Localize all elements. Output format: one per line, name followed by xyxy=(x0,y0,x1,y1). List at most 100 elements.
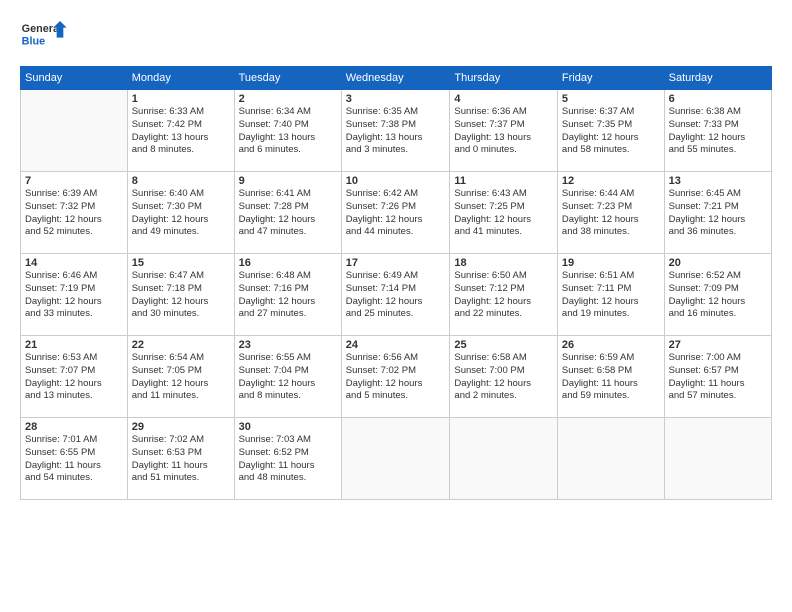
day-info: Sunrise: 6:52 AMSunset: 7:09 PMDaylight:… xyxy=(669,270,767,321)
day-info: Sunrise: 6:47 AMSunset: 7:18 PMDaylight:… xyxy=(132,270,230,321)
calendar-cell xyxy=(557,418,664,500)
logo-svg: General Blue xyxy=(20,16,70,56)
calendar-cell: 19Sunrise: 6:51 AMSunset: 7:11 PMDayligh… xyxy=(557,254,664,336)
day-info: Sunrise: 6:55 AMSunset: 7:04 PMDaylight:… xyxy=(239,352,337,403)
calendar-cell: 6Sunrise: 6:38 AMSunset: 7:33 PMDaylight… xyxy=(664,90,771,172)
day-number: 10 xyxy=(346,175,446,187)
day-number: 2 xyxy=(239,93,337,105)
header-sunday: Sunday xyxy=(21,67,128,90)
day-number: 16 xyxy=(239,257,337,269)
calendar-cell: 10Sunrise: 6:42 AMSunset: 7:26 PMDayligh… xyxy=(341,172,450,254)
calendar-cell: 20Sunrise: 6:52 AMSunset: 7:09 PMDayligh… xyxy=(664,254,771,336)
calendar-cell: 3Sunrise: 6:35 AMSunset: 7:38 PMDaylight… xyxy=(341,90,450,172)
calendar-cell: 21Sunrise: 6:53 AMSunset: 7:07 PMDayligh… xyxy=(21,336,128,418)
calendar-cell: 14Sunrise: 6:46 AMSunset: 7:19 PMDayligh… xyxy=(21,254,128,336)
day-number: 22 xyxy=(132,339,230,351)
calendar-cell: 23Sunrise: 6:55 AMSunset: 7:04 PMDayligh… xyxy=(234,336,341,418)
day-number: 30 xyxy=(239,421,337,433)
day-number: 12 xyxy=(562,175,660,187)
day-info: Sunrise: 6:49 AMSunset: 7:14 PMDaylight:… xyxy=(346,270,446,321)
calendar-cell: 16Sunrise: 6:48 AMSunset: 7:16 PMDayligh… xyxy=(234,254,341,336)
day-info: Sunrise: 7:01 AMSunset: 6:55 PMDaylight:… xyxy=(25,434,123,485)
day-info: Sunrise: 6:40 AMSunset: 7:30 PMDaylight:… xyxy=(132,188,230,239)
day-number: 14 xyxy=(25,257,123,269)
calendar-cell: 29Sunrise: 7:02 AMSunset: 6:53 PMDayligh… xyxy=(127,418,234,500)
calendar-cell: 15Sunrise: 6:47 AMSunset: 7:18 PMDayligh… xyxy=(127,254,234,336)
day-info: Sunrise: 6:59 AMSunset: 6:58 PMDaylight:… xyxy=(562,352,660,403)
day-info: Sunrise: 6:36 AMSunset: 7:37 PMDaylight:… xyxy=(454,106,553,157)
day-number: 9 xyxy=(239,175,337,187)
calendar-cell: 25Sunrise: 6:58 AMSunset: 7:00 PMDayligh… xyxy=(450,336,558,418)
day-info: Sunrise: 6:34 AMSunset: 7:40 PMDaylight:… xyxy=(239,106,337,157)
calendar-cell: 1Sunrise: 6:33 AMSunset: 7:42 PMDaylight… xyxy=(127,90,234,172)
day-number: 5 xyxy=(562,93,660,105)
day-number: 28 xyxy=(25,421,123,433)
day-number: 24 xyxy=(346,339,446,351)
day-number: 7 xyxy=(25,175,123,187)
day-number: 20 xyxy=(669,257,767,269)
header-monday: Monday xyxy=(127,67,234,90)
calendar-cell: 11Sunrise: 6:43 AMSunset: 7:25 PMDayligh… xyxy=(450,172,558,254)
calendar-cell xyxy=(450,418,558,500)
day-number: 17 xyxy=(346,257,446,269)
calendar-cell: 26Sunrise: 6:59 AMSunset: 6:58 PMDayligh… xyxy=(557,336,664,418)
calendar-table: SundayMondayTuesdayWednesdayThursdayFrid… xyxy=(20,66,772,500)
day-number: 25 xyxy=(454,339,553,351)
day-number: 18 xyxy=(454,257,553,269)
calendar-cell: 18Sunrise: 6:50 AMSunset: 7:12 PMDayligh… xyxy=(450,254,558,336)
day-info: Sunrise: 7:03 AMSunset: 6:52 PMDaylight:… xyxy=(239,434,337,485)
calendar-header-row: SundayMondayTuesdayWednesdayThursdayFrid… xyxy=(21,67,772,90)
page: General Blue SundayMondayTuesdayWednesda… xyxy=(0,0,792,612)
calendar-cell: 30Sunrise: 7:03 AMSunset: 6:52 PMDayligh… xyxy=(234,418,341,500)
day-info: Sunrise: 6:38 AMSunset: 7:33 PMDaylight:… xyxy=(669,106,767,157)
calendar-cell: 2Sunrise: 6:34 AMSunset: 7:40 PMDaylight… xyxy=(234,90,341,172)
day-info: Sunrise: 6:48 AMSunset: 7:16 PMDaylight:… xyxy=(239,270,337,321)
day-info: Sunrise: 6:39 AMSunset: 7:32 PMDaylight:… xyxy=(25,188,123,239)
day-info: Sunrise: 6:58 AMSunset: 7:00 PMDaylight:… xyxy=(454,352,553,403)
day-info: Sunrise: 6:35 AMSunset: 7:38 PMDaylight:… xyxy=(346,106,446,157)
day-info: Sunrise: 6:42 AMSunset: 7:26 PMDaylight:… xyxy=(346,188,446,239)
calendar-cell: 7Sunrise: 6:39 AMSunset: 7:32 PMDaylight… xyxy=(21,172,128,254)
calendar-cell: 12Sunrise: 6:44 AMSunset: 7:23 PMDayligh… xyxy=(557,172,664,254)
calendar-cell xyxy=(664,418,771,500)
header-friday: Friday xyxy=(557,67,664,90)
week-row-3: 14Sunrise: 6:46 AMSunset: 7:19 PMDayligh… xyxy=(21,254,772,336)
week-row-4: 21Sunrise: 6:53 AMSunset: 7:07 PMDayligh… xyxy=(21,336,772,418)
day-number: 1 xyxy=(132,93,230,105)
logo: General Blue xyxy=(20,16,70,56)
header: General Blue xyxy=(20,16,772,56)
day-number: 11 xyxy=(454,175,553,187)
calendar-cell xyxy=(21,90,128,172)
calendar-cell: 27Sunrise: 7:00 AMSunset: 6:57 PMDayligh… xyxy=(664,336,771,418)
day-info: Sunrise: 6:56 AMSunset: 7:02 PMDaylight:… xyxy=(346,352,446,403)
day-info: Sunrise: 7:02 AMSunset: 6:53 PMDaylight:… xyxy=(132,434,230,485)
day-number: 19 xyxy=(562,257,660,269)
day-number: 27 xyxy=(669,339,767,351)
day-info: Sunrise: 6:50 AMSunset: 7:12 PMDaylight:… xyxy=(454,270,553,321)
day-info: Sunrise: 6:37 AMSunset: 7:35 PMDaylight:… xyxy=(562,106,660,157)
header-wednesday: Wednesday xyxy=(341,67,450,90)
day-info: Sunrise: 6:43 AMSunset: 7:25 PMDaylight:… xyxy=(454,188,553,239)
week-row-1: 1Sunrise: 6:33 AMSunset: 7:42 PMDaylight… xyxy=(21,90,772,172)
day-info: Sunrise: 6:54 AMSunset: 7:05 PMDaylight:… xyxy=(132,352,230,403)
day-number: 4 xyxy=(454,93,553,105)
day-info: Sunrise: 6:51 AMSunset: 7:11 PMDaylight:… xyxy=(562,270,660,321)
header-saturday: Saturday xyxy=(664,67,771,90)
day-number: 8 xyxy=(132,175,230,187)
day-number: 26 xyxy=(562,339,660,351)
day-info: Sunrise: 6:45 AMSunset: 7:21 PMDaylight:… xyxy=(669,188,767,239)
calendar-cell: 13Sunrise: 6:45 AMSunset: 7:21 PMDayligh… xyxy=(664,172,771,254)
day-number: 15 xyxy=(132,257,230,269)
week-row-2: 7Sunrise: 6:39 AMSunset: 7:32 PMDaylight… xyxy=(21,172,772,254)
calendar-cell: 28Sunrise: 7:01 AMSunset: 6:55 PMDayligh… xyxy=(21,418,128,500)
header-thursday: Thursday xyxy=(450,67,558,90)
day-info: Sunrise: 6:53 AMSunset: 7:07 PMDaylight:… xyxy=(25,352,123,403)
calendar-cell: 8Sunrise: 6:40 AMSunset: 7:30 PMDaylight… xyxy=(127,172,234,254)
day-number: 3 xyxy=(346,93,446,105)
header-tuesday: Tuesday xyxy=(234,67,341,90)
calendar-cell: 9Sunrise: 6:41 AMSunset: 7:28 PMDaylight… xyxy=(234,172,341,254)
calendar-cell: 22Sunrise: 6:54 AMSunset: 7:05 PMDayligh… xyxy=(127,336,234,418)
calendar-cell: 5Sunrise: 6:37 AMSunset: 7:35 PMDaylight… xyxy=(557,90,664,172)
day-number: 21 xyxy=(25,339,123,351)
day-info: Sunrise: 6:33 AMSunset: 7:42 PMDaylight:… xyxy=(132,106,230,157)
